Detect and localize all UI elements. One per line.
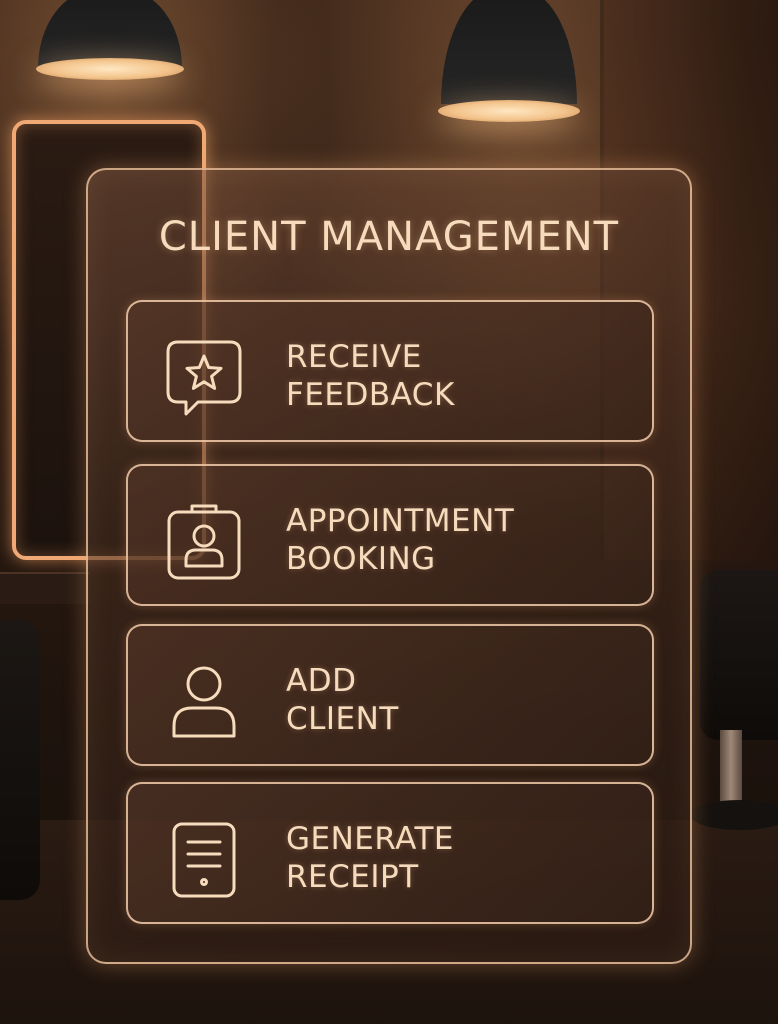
appointment-booking-line2: BOOKING [286, 541, 436, 577]
calendar-person-icon [164, 502, 244, 582]
salon-background: CLIENT MANAGEMENT RECEIVE FEEDBACK APPOI… [0, 0, 778, 1024]
receive-feedback-line2: FEEDBACK [286, 377, 455, 413]
generate-receipt-label: GENERATE RECEIPT [286, 820, 626, 896]
receive-feedback-button[interactable]: RECEIVE FEEDBACK [126, 300, 654, 442]
user-icon [164, 662, 244, 742]
salon-chair-pole [720, 730, 742, 810]
receipt-icon [164, 820, 244, 900]
receive-feedback-label: RECEIVE FEEDBACK [286, 338, 626, 414]
salon-chair-left [0, 620, 40, 900]
appointment-booking-label: APPOINTMENT BOOKING [286, 502, 626, 578]
appointment-booking-button[interactable]: APPOINTMENT BOOKING [126, 464, 654, 606]
appointment-booking-line1: APPOINTMENT [286, 503, 515, 539]
client-management-panel: CLIENT MANAGEMENT RECEIVE FEEDBACK APPOI… [86, 168, 692, 964]
generate-receipt-line2: RECEIPT [286, 859, 419, 895]
counter [0, 572, 90, 604]
add-client-line1: ADD [286, 663, 357, 699]
add-client-label: ADD CLIENT [286, 662, 626, 738]
receive-feedback-line1: RECEIVE [286, 339, 422, 375]
panel-title: CLIENT MANAGEMENT [158, 214, 620, 260]
generate-receipt-button[interactable]: GENERATE RECEIPT [126, 782, 654, 924]
generate-receipt-line1: GENERATE [286, 821, 454, 857]
salon-chair-right [700, 570, 778, 740]
add-client-line2: CLIENT [286, 701, 399, 737]
add-client-button[interactable]: ADD CLIENT [126, 624, 654, 766]
star-feedback-icon [164, 338, 244, 418]
